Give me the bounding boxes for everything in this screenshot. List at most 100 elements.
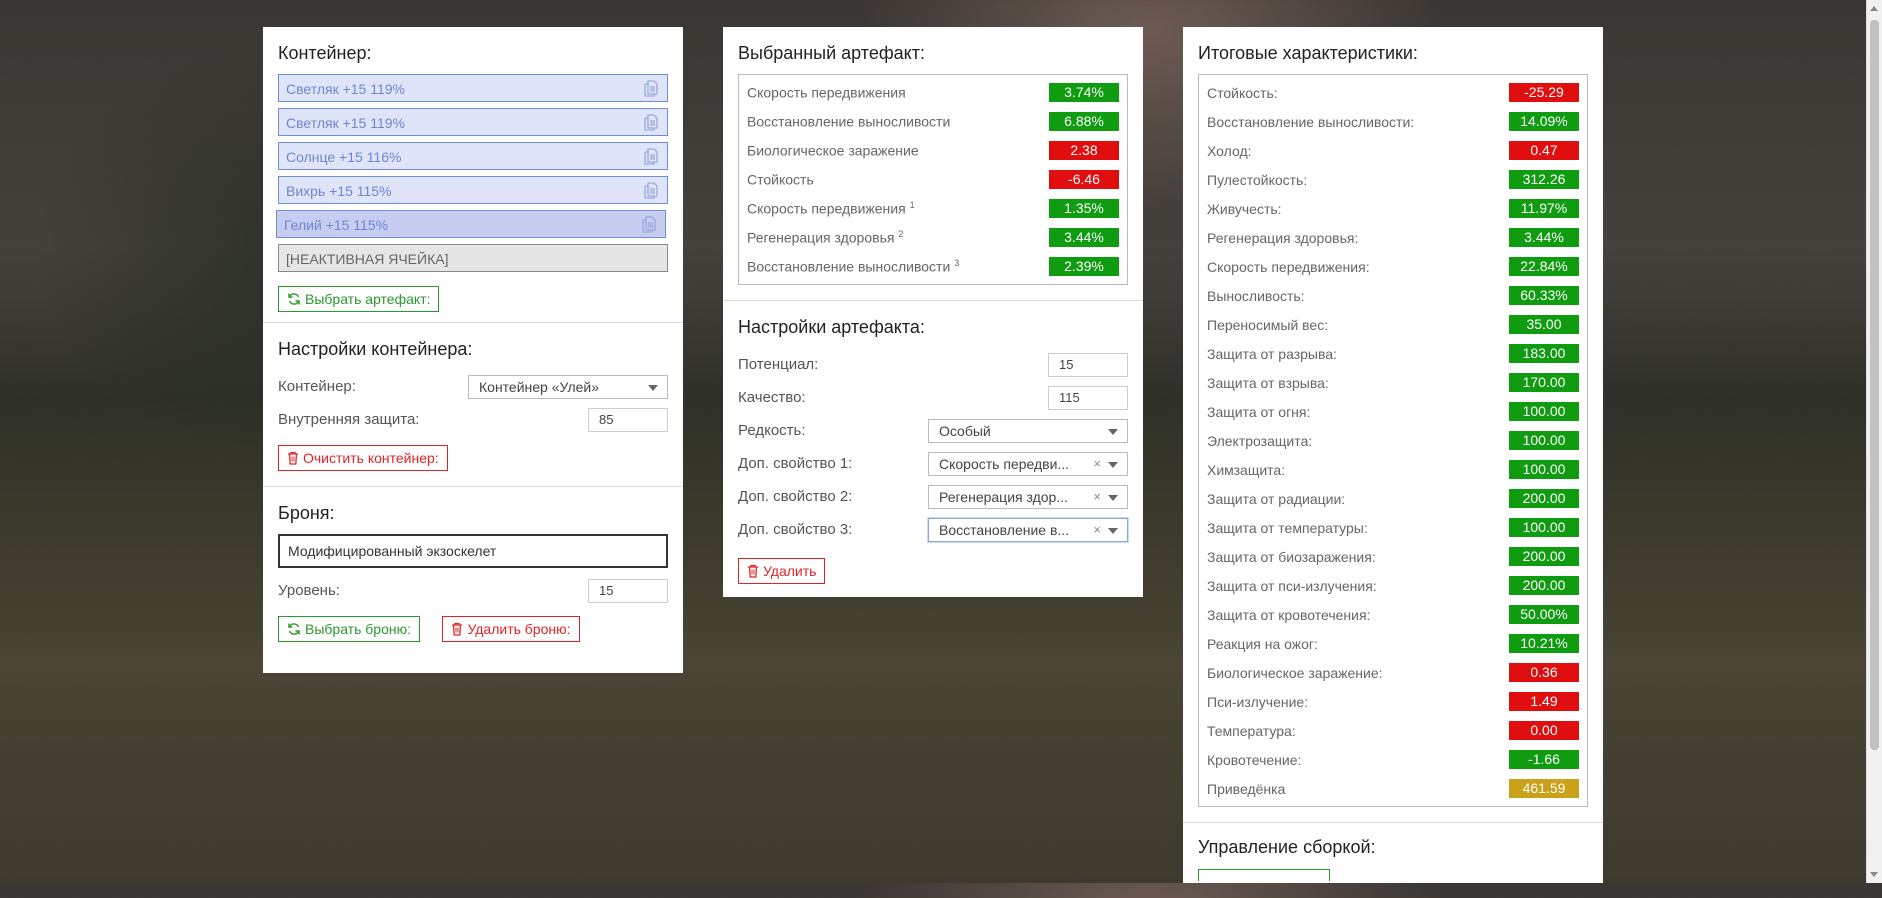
container-type-row: Контейнер: Контейнер «Улей» — [278, 370, 668, 403]
prop2-select[interactable]: Регенерация здор... × — [928, 484, 1128, 509]
choose-armor-button[interactable]: Выбрать броню: — [278, 616, 420, 642]
total-stat-row: Скорость передвижения: 22.84% — [1207, 252, 1579, 281]
total-stat-value: -1.66 — [1509, 750, 1579, 769]
total-stat-name: Электрозащита: — [1207, 432, 1313, 449]
scrollbar-thumb[interactable] — [1870, 20, 1879, 750]
copy-icon[interactable] — [644, 148, 658, 165]
total-stat-value: -25.29 — [1509, 83, 1579, 102]
container-type-select[interactable]: Контейнер «Улей» — [468, 374, 668, 399]
total-stat-row: Температура: 0.00 — [1207, 716, 1579, 745]
clear-icon[interactable]: × — [1093, 519, 1101, 541]
copy-icon[interactable] — [644, 80, 658, 97]
clear-icon[interactable]: × — [1093, 486, 1101, 508]
total-stat-value: 11.97% — [1509, 199, 1579, 218]
total-stat-row: Выносливость: 60.33% — [1207, 281, 1579, 310]
armor-input[interactable]: Модифицированный экзоскелет — [278, 534, 668, 568]
copy-icon[interactable] — [644, 182, 658, 199]
total-stat-row: Защита от кровотечения: 50.00% — [1207, 600, 1579, 629]
total-stats-list: Стойкость: -25.29 Восстановление выносливо… — [1198, 74, 1588, 807]
total-stat-name: Стойкость: — [1207, 84, 1278, 101]
total-stat-row: Стойкость: -25.29 — [1207, 78, 1579, 107]
total-stat-row: Пси-излучение: 1.49 — [1207, 687, 1579, 716]
stat-value: -6.46 — [1049, 170, 1119, 189]
stat-value: 2.39% — [1049, 257, 1119, 276]
rarity-select[interactable]: Особый — [928, 418, 1128, 443]
armor-level-label: Уровень: — [278, 582, 340, 599]
total-stat-name: Защита от кровотечения: — [1207, 606, 1371, 623]
total-stat-value: 0.47 — [1509, 141, 1579, 160]
stat-value: 2.38 — [1049, 141, 1119, 160]
copy-icon[interactable] — [642, 216, 656, 233]
total-stat-value: 50.00% — [1509, 605, 1579, 624]
total-stat-name: Температура: — [1207, 722, 1296, 739]
total-stat-name: Защита от биозаражения: — [1207, 548, 1376, 565]
vertical-scrollbar[interactable] — [1866, 0, 1882, 883]
prop2-label: Доп. свойство 2: — [738, 488, 853, 505]
artifact-slot[interactable]: Вихрь +15 115% — [278, 176, 668, 204]
trash-icon — [288, 451, 298, 465]
artifact-slot-label: Гелий +15 115% — [284, 217, 389, 233]
total-stat-name: Защита от взрыва: — [1207, 374, 1329, 391]
artifact-slot[interactable]: Светляк +15 119% — [278, 108, 668, 136]
artifact-slot[interactable]: Солнце +15 116% — [278, 142, 668, 170]
total-stat-value: 0.36 — [1509, 663, 1579, 682]
stat-name: Регенерация здоровья 2 — [747, 229, 904, 246]
delete-artifact-button[interactable]: Удалить — [738, 558, 826, 584]
container-title: Контейнер: — [278, 43, 372, 63]
rarity-row: Редкость: Особый — [738, 414, 1128, 447]
prop3-select[interactable]: Восстановление в... × — [928, 517, 1128, 542]
trash-icon — [748, 564, 758, 578]
build-management-section: Управление сборкой: — [1183, 823, 1603, 898]
total-stat-name: Защита от пси-излучения: — [1207, 577, 1377, 594]
inactive-slot: [НЕАКТИВНАЯ ЯЧЕЙКА] — [278, 244, 668, 272]
choose-artifact-button[interactable]: Выбрать артефакт: — [278, 286, 440, 312]
quality-input[interactable]: 115 — [1048, 385, 1128, 410]
total-stat-row: Защита от температуры: 100.00 — [1207, 513, 1579, 542]
clear-container-button[interactable]: Очистить контейнер: — [278, 445, 448, 471]
total-stat-row: Биологическое заражение: 0.36 — [1207, 658, 1579, 687]
delete-artifact-label: Удалить — [763, 563, 817, 579]
prop2-row: Доп. свойство 2: Регенерация здор... × — [738, 480, 1128, 513]
armor-level-input[interactable]: 15 — [588, 578, 668, 603]
total-stat-value: 10.21% — [1509, 634, 1579, 653]
scroll-down-icon[interactable] — [1870, 872, 1878, 877]
inner-protection-input[interactable]: 85 — [588, 407, 668, 432]
copy-icon[interactable] — [644, 114, 658, 131]
delete-armor-button[interactable]: Удалить броню: — [442, 616, 580, 642]
total-stat-value: 200.00 — [1509, 547, 1579, 566]
stat-row: Восстановление выносливости 6.88% — [747, 107, 1119, 136]
total-stat-value: 461.59 — [1509, 779, 1579, 798]
total-stat-name: Пулестойкость: — [1207, 171, 1308, 188]
artifact-slot[interactable]: Светляк +15 119% — [278, 74, 668, 102]
total-stat-name: Приведёнка — [1207, 780, 1286, 797]
clear-container-label: Очистить контейнер: — [303, 450, 439, 466]
refresh-icon — [288, 293, 300, 305]
stat-name: Биологическое заражение — [747, 142, 919, 159]
stat-row: Регенерация здоровья 2 3.44% — [747, 223, 1119, 252]
stat-row: Скорость передвижения 3.74% — [747, 78, 1119, 107]
clear-icon[interactable]: × — [1093, 453, 1101, 475]
inner-protection-row: Внутренняя защита: 85 — [278, 403, 668, 436]
selected-artifact-stats: Скорость передвижения 3.74% Восстановлен… — [738, 74, 1128, 285]
total-stat-row: Защита от разрыва: 183.00 — [1207, 339, 1579, 368]
scroll-up-icon[interactable] — [1870, 6, 1878, 11]
stat-value: 6.88% — [1049, 112, 1119, 131]
container-type-label: Контейнер: — [278, 378, 356, 395]
total-stat-row: Холод: 0.47 — [1207, 136, 1579, 165]
armor-title: Броня: — [278, 503, 335, 523]
total-stat-value: 200.00 — [1509, 489, 1579, 508]
total-stat-name: Защита от разрыва: — [1207, 345, 1337, 362]
choose-artifact-label: Выбрать артефакт: — [305, 291, 431, 307]
total-stat-name: Живучесть: — [1207, 200, 1282, 217]
total-stat-value: 100.00 — [1509, 402, 1579, 421]
potential-input[interactable]: 15 — [1048, 352, 1128, 377]
stat-value: 3.74% — [1049, 83, 1119, 102]
prop1-select[interactable]: Скорость передви... × — [928, 451, 1128, 476]
total-stat-name: Скорость передвижения: — [1207, 258, 1370, 275]
stat-name: Скорость передвижения — [747, 84, 906, 101]
artifact-slot-selected[interactable]: Гелий +15 115% — [276, 210, 666, 238]
total-stat-value: 14.09% — [1509, 112, 1579, 131]
container-section: Контейнер: Светляк +15 119% Светляк +15 … — [263, 27, 683, 323]
build-action-button[interactable] — [1198, 869, 1330, 881]
choose-armor-label: Выбрать броню: — [305, 621, 411, 637]
